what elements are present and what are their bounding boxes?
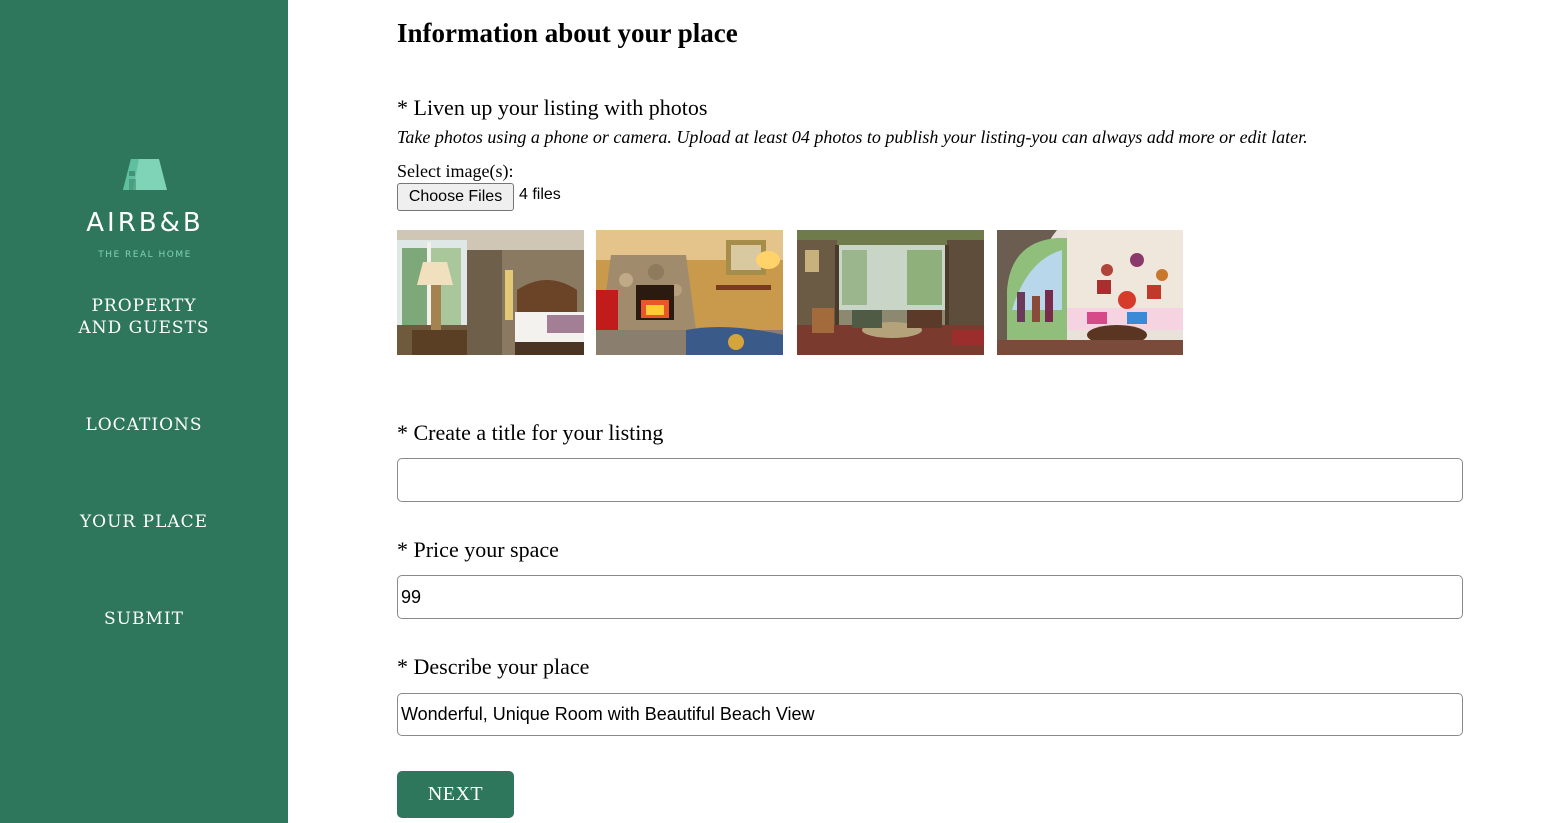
sidebar-item-label: LOCATIONS <box>85 415 203 435</box>
sidebar-item-label: SUBMIT <box>104 609 184 629</box>
app: AIRB&B THE REAL HOME PROPERTY AND GUESTS… <box>0 0 1562 823</box>
photos-label: * Liven up your listing with photos <box>397 95 708 120</box>
arched-living-room-photo <box>997 230 1183 355</box>
sidebar-item-property-and-guests[interactable]: PROPERTY AND GUESTS <box>0 295 288 339</box>
brand-tagline: THE REAL HOME <box>98 250 192 260</box>
price-input[interactable] <box>397 575 1463 619</box>
photos-hint: Take photos using a phone or camera. Upl… <box>397 127 1308 147</box>
brand-name: AIRB&B <box>86 208 204 238</box>
sidebar-item-submit[interactable]: SUBMIT <box>0 608 288 630</box>
bedroom-photo <box>397 230 584 355</box>
select-images-label: Select image(s): <box>397 161 514 181</box>
file-count: 4 files <box>519 186 561 203</box>
next-button[interactable]: NEXT <box>397 771 514 818</box>
sidebar-item-locations[interactable]: LOCATIONS <box>0 414 288 436</box>
fireplace-living-room-photo <box>596 230 783 355</box>
sidebar-item-label: YOUR PLACE <box>79 512 209 532</box>
description-label: * Describe your place <box>397 654 590 679</box>
sidebar: AIRB&B THE REAL HOME PROPERTY AND GUESTS… <box>0 0 288 823</box>
sidebar-item-your-place[interactable]: YOUR PLACE <box>0 511 288 533</box>
terrace-lounge-photo <box>797 230 984 355</box>
sidebar-item-label: PROPERTY <box>91 296 197 316</box>
price-label: * Price your space <box>397 537 559 562</box>
page-title: Information about your place <box>397 18 738 48</box>
a-frame-house-logo-icon <box>123 159 167 190</box>
choose-files-button[interactable]: Choose Files <box>397 183 514 211</box>
listing-title-label: * Create a title for your listing <box>397 420 664 445</box>
sidebar-item-label: AND GUESTS <box>78 318 210 338</box>
description-input[interactable] <box>397 693 1463 736</box>
listing-title-input[interactable] <box>397 458 1463 502</box>
